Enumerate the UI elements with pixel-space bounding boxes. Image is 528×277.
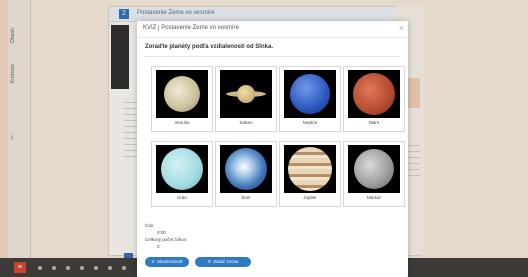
attempts-label: Celkový počet ťahov: [145, 237, 188, 242]
modal-title: KVIZ | Postavenie Zeme vo vesmíre [143, 25, 239, 31]
check-button[interactable]: ✔ Skontrolovať [145, 257, 189, 267]
restart-button[interactable]: ⟳ Začať znova [195, 257, 251, 267]
check-button-label: Skontrolovať [157, 259, 183, 264]
close-icon[interactable]: × [399, 23, 404, 33]
planet-card-jupiter[interactable]: Jupiter [279, 141, 341, 207]
refresh-icon: ⟳ [207, 259, 212, 264]
card-label: Jupiter [303, 195, 317, 200]
planet-card-earth[interactable]: Zem [215, 141, 277, 207]
planet-card-mars[interactable]: Mars [343, 66, 405, 132]
attempts-value: 0 [157, 244, 160, 249]
question-text: Zoraďte planéty podľa vzdialenosti od Sl… [145, 44, 273, 50]
quiz-modal: KVIZ | Postavenie Zeme vo vesmíre × Zora… [137, 21, 408, 277]
earth-image [220, 145, 272, 193]
time-value: 0:00 [157, 230, 166, 235]
card-label: Merkúr [366, 195, 381, 200]
neptune-image [284, 70, 336, 118]
uranus-image [156, 145, 208, 193]
planet-card-neptune[interactable]: Neptún [279, 66, 341, 132]
venus-image [156, 70, 208, 118]
card-label: Venuša [174, 120, 190, 125]
time-label: Čas: [145, 223, 155, 228]
card-label: Saturn [239, 120, 253, 125]
card-label: Mars [369, 120, 379, 125]
planet-card-mercury[interactable]: Merkúr [343, 141, 405, 207]
card-label: Zem [241, 195, 251, 200]
jupiter-image [284, 145, 336, 193]
card-label: Urán [177, 195, 187, 200]
saturn-image [220, 70, 272, 118]
planet-card-uranus[interactable]: Urán [151, 141, 213, 207]
mercury-image [348, 145, 400, 193]
mars-image [348, 70, 400, 118]
divider [145, 56, 400, 57]
results-panel: Čas: 0:00 Celkový počet ťahov: 0 [145, 222, 187, 250]
check-icon: ✔ [151, 259, 156, 264]
restart-button-label: Začať znova [213, 259, 239, 264]
planet-card-venus[interactable]: Venuša [151, 66, 213, 132]
modal-titlebar: KVIZ | Postavenie Zeme vo vesmíre × [137, 21, 408, 38]
planet-card-saturn[interactable]: Saturn [215, 66, 277, 132]
card-label: Neptún [302, 120, 318, 125]
